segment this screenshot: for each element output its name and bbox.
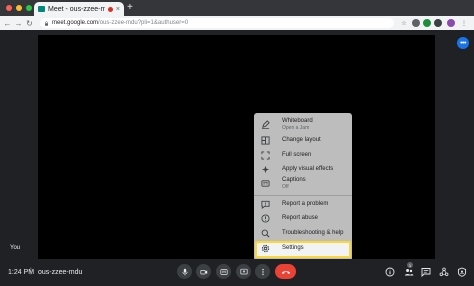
reload-button[interactable]: ↻: [24, 17, 35, 29]
time-separator: |: [30, 268, 32, 275]
menu-item-change-layout[interactable]: Change layout: [254, 136, 352, 148]
tab-title: Meet - ous-zzee-mdu: [48, 5, 105, 13]
chat-icon[interactable]: [420, 266, 431, 277]
leave-call-button[interactable]: [275, 264, 296, 279]
menu-item-label: Captions: [282, 177, 306, 183]
menu-item-captions[interactable]: Captions Off: [254, 177, 352, 194]
menu-item-visual-effects[interactable]: Apply visual effects: [254, 165, 352, 177]
microphone-icon: [181, 268, 188, 275]
maximize-window-button[interactable]: [26, 5, 32, 11]
menu-item-sublabel: Open a Jam: [282, 125, 310, 131]
profile-avatar[interactable]: [447, 19, 455, 27]
recording-indicator-icon: [107, 6, 113, 12]
menu-item-full-screen[interactable]: Full screen: [254, 151, 352, 163]
extension-3-icon[interactable]: [434, 19, 442, 27]
menu-item-troubleshooting[interactable]: Troubleshooting & help: [254, 229, 352, 241]
menu-item-sublabel: Off: [282, 184, 289, 190]
present-screen-icon: [239, 268, 248, 274]
captions-icon: [261, 179, 270, 188]
browser-menu-icon[interactable]: ⋮: [460, 19, 468, 27]
minimize-window-button[interactable]: [16, 5, 22, 11]
back-button[interactable]: ←: [2, 17, 13, 29]
captions-button[interactable]: [216, 264, 231, 279]
menu-item-label: Full screen: [282, 152, 312, 158]
menu-item-label: Report abuse: [282, 215, 319, 221]
settings-icon: [261, 244, 270, 253]
menu-item-label: Report a problem: [282, 201, 329, 207]
menu-item-label: Troubleshooting & help: [282, 230, 344, 236]
url-host: meet.google.com: [52, 20, 99, 26]
forward-button[interactable]: →: [13, 17, 24, 29]
extension-1-icon[interactable]: [412, 19, 420, 27]
tile-more-options-icon[interactable]: •••: [457, 37, 469, 49]
activities-icon[interactable]: [438, 266, 449, 277]
layout-icon: [261, 136, 270, 145]
present-now-button[interactable]: [236, 264, 251, 279]
video-stage: [38, 35, 435, 259]
browser-title-bar: Meet - ous-zzee-mdu × +: [0, 0, 474, 16]
self-name-label: You: [10, 245, 21, 251]
report-abuse-icon: [261, 214, 270, 223]
star-bookmark-icon[interactable]: ☆: [400, 19, 408, 27]
address-bar[interactable]: meet.google.com/ous-zzee-mdu?pli=1&authu…: [40, 18, 394, 28]
extension-2-icon[interactable]: [423, 19, 431, 27]
host-controls-icon[interactable]: [456, 266, 467, 277]
menu-item-label: Apply visual effects: [282, 166, 334, 172]
url-path: /ous-zzee-mdu?pli=1&authuser=0: [98, 20, 189, 26]
menu-item-report-problem[interactable]: Report a problem: [254, 200, 352, 212]
camera-icon: [199, 269, 207, 274]
menu-item-settings[interactable]: Settings: [254, 244, 352, 256]
microphone-button[interactable]: [177, 264, 192, 279]
whiteboard-icon: [261, 120, 270, 129]
tab-close-icon[interactable]: ×: [116, 6, 120, 13]
menu-item-label: Change layout: [282, 137, 321, 143]
report-problem-icon: [261, 200, 270, 209]
window-controls: [6, 5, 32, 11]
menu-item-label: Whiteboard: [282, 118, 313, 124]
more-options-menu: Whiteboard Open a Jam Change layout Full…: [254, 113, 352, 261]
vertical-dots-icon: [261, 268, 264, 275]
people-count-badge: 1: [407, 262, 413, 268]
captions-toggle-icon: [219, 268, 228, 275]
more-options-button[interactable]: [255, 264, 270, 279]
browser-tab-meet[interactable]: Meet - ous-zzee-mdu ×: [34, 2, 124, 16]
meeting-code: ous-zzee-mdu: [38, 269, 83, 276]
meet-favicon-icon: [38, 6, 45, 12]
hang-up-icon: [281, 270, 290, 274]
troubleshoot-icon: [261, 229, 270, 238]
fullscreen-icon: [261, 151, 270, 160]
menu-divider: [254, 195, 352, 196]
close-window-button[interactable]: [6, 5, 12, 11]
camera-button[interactable]: [196, 264, 211, 279]
new-tab-button[interactable]: +: [127, 2, 133, 14]
menu-item-label: Settings: [282, 245, 304, 251]
menu-item-whiteboard[interactable]: Whiteboard Open a Jam: [254, 118, 352, 137]
browser-toolbar: ← → ↻ meet.google.com/ous-zzee-mdu?pli=1…: [0, 16, 474, 30]
meeting-details-icon[interactable]: [384, 266, 395, 277]
menu-item-report-abuse[interactable]: Report abuse: [254, 214, 352, 226]
lock-icon: [45, 20, 48, 26]
sparkle-icon: [261, 165, 270, 174]
